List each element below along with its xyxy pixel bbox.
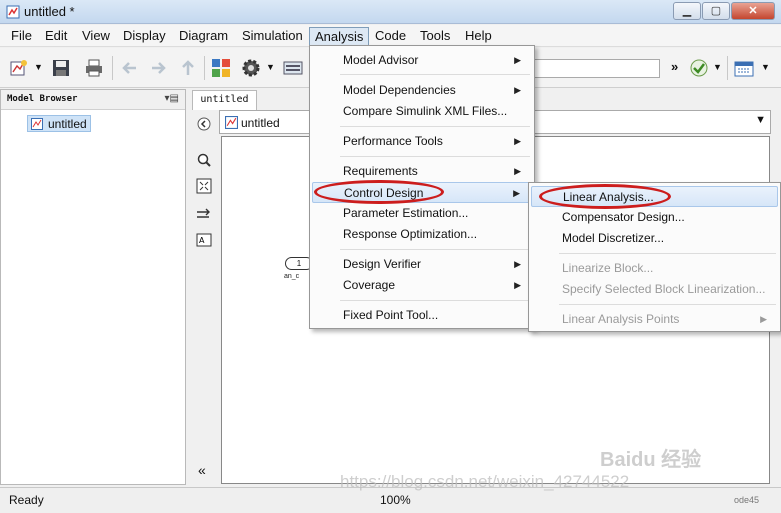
window-title: untitled *	[24, 4, 75, 19]
menu-item-model-advisor[interactable]: Model Advisor ▶	[312, 50, 532, 71]
annotation-icon[interactable]: A	[196, 232, 212, 248]
close-button[interactable]: ✕	[731, 2, 775, 20]
inport-block-label: an_c	[284, 273, 300, 280]
menu-item-compensator-design[interactable]: Compensator Design...	[531, 207, 778, 228]
menu-item-fixed-point-tool[interactable]: Fixed Point Tool...	[312, 305, 532, 326]
block-palette: A «	[189, 110, 219, 486]
arrow-routing-icon[interactable]	[196, 206, 212, 222]
tree-item-label: untitled	[48, 116, 87, 131]
menu-tools[interactable]: Tools	[415, 27, 455, 46]
minimize-button[interactable]: ▁	[673, 2, 701, 20]
zoom-level: 100%	[380, 493, 411, 507]
back-icon[interactable]	[120, 58, 140, 78]
menu-item-performance-tools[interactable]: Performance Tools ▶	[312, 131, 532, 152]
menu-edit[interactable]: Edit	[40, 27, 72, 46]
submenu-arrow-icon: ▶	[514, 280, 521, 290]
model-browser-panel: Model Browser ▾▤ untitled	[0, 89, 186, 485]
settings-dropdown-icon[interactable]: ▼	[266, 62, 275, 72]
analysis-menu: Model Advisor ▶ Model Dependencies ▶ Compa…	[309, 45, 535, 329]
model-browser-header: Model Browser ▾▤	[1, 90, 185, 110]
submenu-arrow-icon: ▶	[760, 314, 767, 324]
up-icon[interactable]	[178, 58, 198, 78]
title-bar: untitled * ▁ ▢ ✕	[0, 0, 781, 24]
menu-bar: File Edit View Display Diagram Simulatio…	[0, 25, 781, 47]
path-crumb: untitled	[241, 116, 280, 130]
toolbar-overflow-chevron[interactable]: »	[671, 59, 678, 74]
zoom-icon[interactable]	[196, 152, 212, 168]
simulink-icon	[6, 5, 20, 19]
forward-icon[interactable]	[148, 58, 168, 78]
menu-item-linear-analysis[interactable]: Linear Analysis...	[531, 186, 778, 207]
menu-analysis[interactable]: Analysis	[309, 27, 370, 46]
maximize-button[interactable]: ▢	[702, 2, 730, 20]
library-browser-icon[interactable]	[211, 58, 231, 78]
submenu-arrow-icon: ▶	[514, 259, 521, 269]
menu-item-specify-linearization: Specify Selected Block Linearization...	[562, 282, 766, 296]
menu-item-parameter-estimation[interactable]: Parameter Estimation...	[312, 203, 532, 224]
save-icon[interactable]	[51, 58, 71, 78]
path-dropdown-icon[interactable]: ▼	[755, 114, 766, 126]
watermark-url: https://blog.csdn.net/weixin_42744522	[340, 472, 630, 491]
svg-text:A: A	[199, 236, 205, 245]
menu-item-coverage[interactable]: Coverage ▶	[312, 275, 532, 296]
menu-view[interactable]: View	[77, 27, 115, 46]
collapse-palette-icon[interactable]: «	[198, 462, 206, 478]
model-browser-title: Model Browser	[7, 94, 78, 104]
menu-display[interactable]: Display	[118, 27, 171, 46]
menu-item-requirements[interactable]: Requirements ▶	[312, 161, 532, 182]
menu-item-model-discretizer[interactable]: Model Discretizer...	[531, 228, 778, 249]
menu-item-linear-analysis-points: Linear Analysis Points ▶	[531, 309, 778, 330]
tab-untitled[interactable]: untitled	[192, 90, 257, 110]
grid-dropdown-icon[interactable]: ▼	[761, 62, 770, 72]
submenu-arrow-icon: ▶	[514, 166, 521, 176]
menu-simulation[interactable]: Simulation	[237, 27, 308, 46]
menu-item-control-design[interactable]: Control Design ▶	[312, 182, 532, 203]
menu-help[interactable]: Help	[460, 27, 497, 46]
menu-item-design-verifier[interactable]: Design Verifier ▶	[312, 254, 532, 275]
menu-file[interactable]: File	[6, 27, 37, 46]
submenu-arrow-icon: ▶	[514, 55, 521, 65]
grid-calendar-icon[interactable]	[734, 58, 754, 78]
hide-browser-icon[interactable]	[196, 116, 212, 132]
window-controls: ▁ ▢ ✕	[673, 2, 775, 20]
model-browser-menu-icon[interactable]: ▾▤	[165, 93, 179, 104]
new-model-icon[interactable]	[9, 58, 29, 78]
menu-item-response-optimization[interactable]: Response Optimization...	[312, 224, 532, 245]
fit-to-view-icon[interactable]	[196, 178, 212, 194]
print-icon[interactable]	[84, 58, 104, 78]
submenu-arrow-icon: ▶	[514, 136, 521, 146]
simulation-time-input[interactable]	[530, 59, 660, 78]
menu-diagram[interactable]: Diagram	[174, 27, 233, 46]
check-icon[interactable]	[689, 58, 709, 78]
status-text: Ready	[9, 493, 44, 507]
submenu-arrow-icon: ▶	[514, 85, 521, 95]
submenu-arrow-icon: ▶	[513, 188, 520, 198]
menu-code[interactable]: Code	[370, 27, 411, 46]
check-dropdown-icon[interactable]: ▼	[713, 62, 722, 72]
settings-gear-icon[interactable]	[241, 58, 261, 78]
tree-item-untitled[interactable]: untitled	[27, 115, 91, 132]
solver-label: ode45	[733, 495, 759, 505]
menu-item-compare-xml[interactable]: Compare Simulink XML Files...	[312, 101, 532, 122]
watermark-baidu: Baidu 经验	[600, 449, 702, 471]
menu-item-model-dependencies[interactable]: Model Dependencies ▶	[312, 80, 532, 101]
control-design-submenu: Linear Analysis... Compensator Design...…	[528, 182, 781, 332]
new-dropdown-icon[interactable]: ▼	[34, 62, 43, 72]
menu-item-linearize-block: Linearize Block...	[562, 261, 654, 275]
model-explorer-icon[interactable]	[283, 58, 303, 78]
model-icon	[31, 117, 43, 130]
model-path-icon	[225, 116, 238, 129]
